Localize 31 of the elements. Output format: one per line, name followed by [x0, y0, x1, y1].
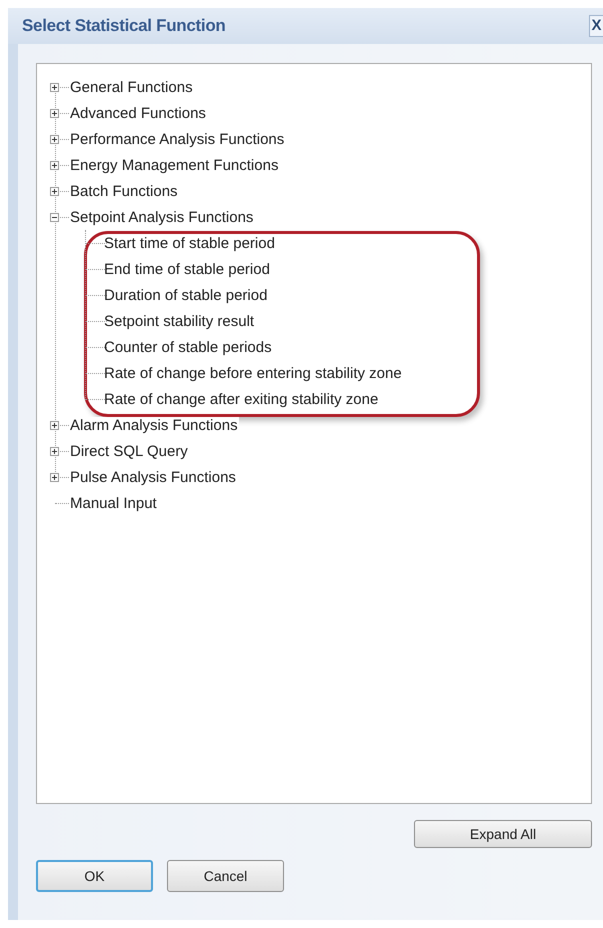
tree-item[interactable]: Performance Analysis Functions — [69, 130, 286, 148]
dialog-button[interactable]: Cancel — [167, 860, 284, 892]
tree-item[interactable]: Setpoint stability result — [103, 312, 256, 330]
tree-item[interactable]: Advanced Functions — [69, 104, 207, 122]
tree-item[interactable]: Batch Functions — [69, 182, 179, 200]
tree-item[interactable]: Energy Management Functions — [69, 156, 280, 174]
expander-icon[interactable] — [50, 160, 59, 170]
tree-item[interactable]: Setpoint Analysis Functions — [69, 208, 254, 226]
close-button[interactable]: X — [589, 15, 603, 37]
tree-item[interactable]: Rate of change after exiting stability zone — [103, 390, 380, 408]
expander-icon[interactable] — [50, 186, 59, 196]
expander-icon[interactable] — [50, 446, 59, 456]
expander-icon[interactable] — [50, 212, 59, 222]
tree-item[interactable]: Manual Input — [69, 494, 158, 512]
tree-item[interactable]: Counter of stable periods — [103, 338, 273, 356]
expander-icon[interactable] — [50, 82, 59, 92]
expander-icon[interactable] — [50, 134, 59, 144]
tree-item[interactable]: Direct SQL Query — [69, 442, 189, 460]
expander-icon[interactable] — [50, 108, 59, 118]
dialog-button[interactable]: OK — [36, 860, 153, 892]
expander-icon[interactable] — [50, 420, 59, 430]
tree-item[interactable]: End time of stable period — [103, 260, 271, 278]
expander-icon[interactable] — [50, 472, 59, 482]
window-title: Select Statistical Function — [22, 16, 226, 36]
tree-item[interactable]: General Functions — [69, 78, 194, 96]
expand-all-button[interactable]: Expand All — [414, 820, 592, 848]
tree-item[interactable]: Alarm Analysis Functions — [69, 416, 239, 434]
tree-item[interactable]: Rate of change before entering stability zone — [103, 364, 403, 382]
tree-item[interactable]: Duration of stable period — [103, 286, 268, 304]
tree-item[interactable]: Start time of stable period — [103, 234, 276, 252]
tree-item[interactable]: Pulse Analysis Functions — [69, 468, 237, 486]
